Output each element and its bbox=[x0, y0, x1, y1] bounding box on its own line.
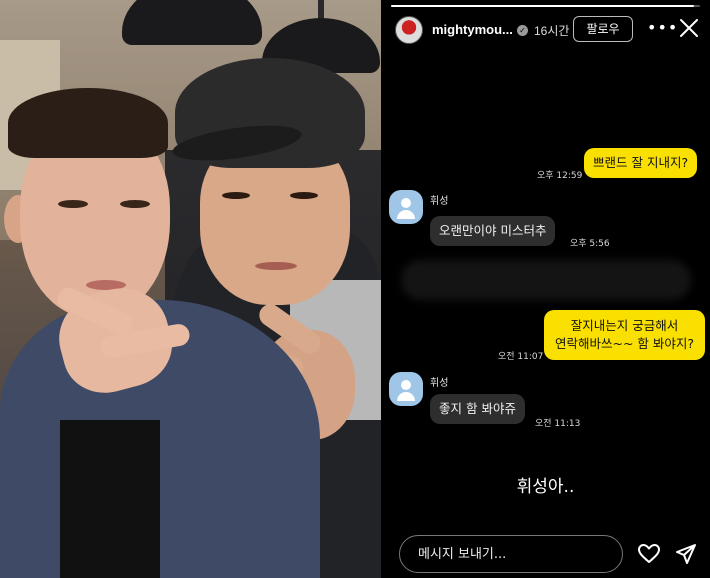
message-input[interactable] bbox=[399, 535, 623, 573]
username[interactable]: mightymou... bbox=[432, 22, 513, 37]
message-time: 오후 12:59 bbox=[537, 171, 583, 181]
person-eye bbox=[290, 192, 318, 199]
person-eye bbox=[120, 200, 150, 208]
verified-badge-icon: ✓ bbox=[517, 25, 528, 36]
person-mouth bbox=[255, 262, 297, 270]
received-message: 좋지 함 봐야쥬 bbox=[430, 394, 525, 424]
received-message: 오랜만이야 미스터추 bbox=[430, 216, 556, 246]
more-options-icon[interactable]: ••• bbox=[647, 18, 678, 37]
lamp-cord bbox=[318, 0, 324, 20]
sent-message: 쁘랜드 잘 지내지? bbox=[584, 148, 698, 178]
person-shirt bbox=[60, 420, 160, 578]
blurred-region bbox=[401, 260, 691, 300]
sender-name: 휘성 bbox=[430, 378, 449, 389]
close-icon[interactable] bbox=[677, 16, 701, 40]
message-time: 오전 11:13 bbox=[535, 419, 581, 429]
story-viewer[interactable]: mightymou... ✓ 16시간 팔로우 ••• 오후 12:59 쁘랜드… bbox=[381, 0, 710, 578]
sender-avatar-icon bbox=[389, 372, 423, 406]
chat-screenshot: 오후 12:59 쁘랜드 잘 지내지? 휘성 오랜만이야 미스터추 오후 5:5… bbox=[381, 120, 710, 440]
story-progress-fill bbox=[391, 5, 694, 7]
message-time: 오후 5:56 bbox=[570, 239, 610, 249]
message-time: 오전 11:07 bbox=[498, 352, 544, 362]
person-eye bbox=[58, 200, 88, 208]
person-hair bbox=[8, 88, 168, 158]
send-icon[interactable] bbox=[674, 542, 698, 566]
sender-avatar-icon bbox=[389, 190, 423, 224]
story-photo bbox=[0, 0, 381, 578]
sender-name: 휘성 bbox=[430, 196, 449, 207]
sent-message: 잘지내는지 궁금해서 연락해바쓰~~ 함 봐야지? bbox=[544, 310, 706, 360]
pendant-lamp bbox=[122, 0, 262, 45]
story-footer bbox=[381, 532, 710, 578]
profile-avatar[interactable] bbox=[395, 16, 423, 44]
story-caption: 휘성아.. bbox=[516, 477, 575, 497]
story-header: mightymou... ✓ 16시간 팔로우 ••• bbox=[381, 12, 710, 50]
follow-button[interactable]: 팔로우 bbox=[573, 16, 633, 42]
heart-icon[interactable] bbox=[637, 542, 661, 566]
post-time: 16시간 bbox=[534, 24, 570, 38]
person-eye bbox=[222, 192, 250, 199]
story-progress-bar bbox=[391, 5, 700, 7]
